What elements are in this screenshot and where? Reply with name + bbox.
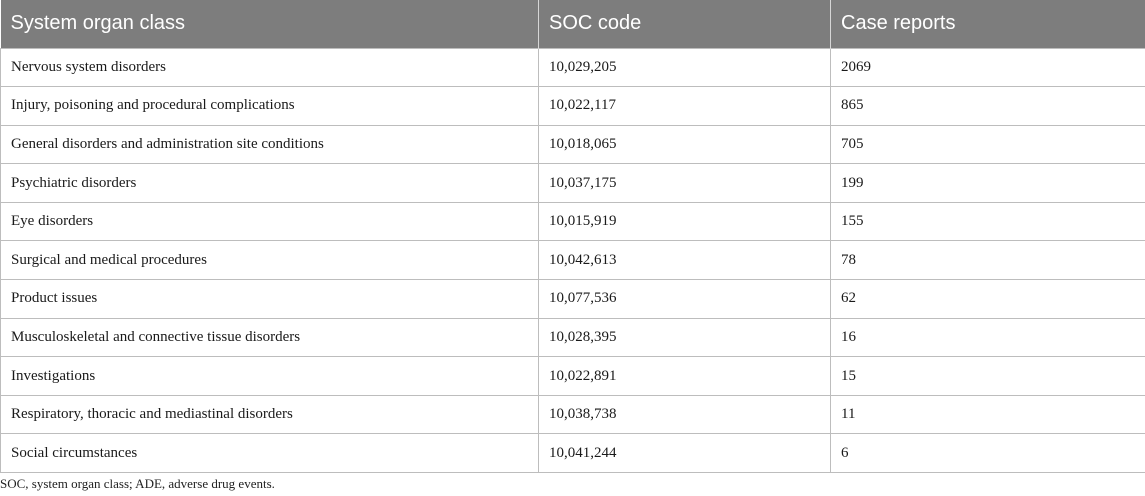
table-row: Surgical and medical procedures 10,042,6… <box>0 240 1145 281</box>
cell-case-reports: 6 <box>830 433 1145 474</box>
cell-soc-code: 10,038,738 <box>538 394 831 435</box>
cell-system-organ-class: Investigations <box>0 356 539 396</box>
cell-system-organ-class: General disorders and administration sit… <box>0 124 539 165</box>
table-row: Psychiatric disorders 10,037,175 199 <box>0 163 1145 203</box>
cell-system-organ-class: Respiratory, thoracic and mediastinal di… <box>0 394 539 435</box>
table-row: Product issues 10,077,536 62 <box>0 279 1145 319</box>
cell-soc-code: 10,018,065 <box>538 124 831 165</box>
cell-soc-code: 10,041,244 <box>538 433 831 474</box>
header-system-organ-class: System organ class <box>0 0 539 48</box>
cell-system-organ-class: Nervous system disorders <box>0 47 539 88</box>
cell-case-reports: 865 <box>830 86 1145 126</box>
table-row: Social circumstances 10,041,244 6 <box>0 433 1145 474</box>
cell-case-reports: 16 <box>830 317 1145 358</box>
cell-system-organ-class: Injury, poisoning and procedural complic… <box>0 86 539 126</box>
cell-case-reports: 62 <box>830 279 1145 319</box>
cell-case-reports: 199 <box>830 163 1145 203</box>
table-row: Nervous system disorders 10,029,205 2069 <box>0 47 1145 88</box>
cell-case-reports: 155 <box>830 201 1145 242</box>
cell-case-reports: 78 <box>830 240 1145 281</box>
table-row: General disorders and administration sit… <box>0 124 1145 165</box>
table-footnote: SOC, system organ class; ADE, adverse dr… <box>0 476 275 491</box>
cell-soc-code: 10,022,117 <box>538 86 831 126</box>
cell-soc-code: 10,029,205 <box>538 47 831 88</box>
table-row: Musculoskeletal and connective tissue di… <box>0 317 1145 358</box>
table-header: System organ class SOC code Case reports <box>0 0 1145 48</box>
cell-case-reports: 2069 <box>830 47 1145 88</box>
cell-system-organ-class: Psychiatric disorders <box>0 163 539 203</box>
cell-soc-code: 10,022,891 <box>538 356 831 396</box>
cell-system-organ-class: Social circumstances <box>0 433 539 474</box>
cell-system-organ-class: Eye disorders <box>0 201 539 242</box>
cell-system-organ-class: Surgical and medical procedures <box>0 240 539 281</box>
soc-table-container: System organ class SOC code Case reports… <box>0 0 1145 474</box>
cell-soc-code: 10,037,175 <box>538 163 831 203</box>
soc-case-reports-table: System organ class SOC code Case reports… <box>0 0 1145 474</box>
cell-soc-code: 10,077,536 <box>538 279 831 319</box>
header-case-reports: Case reports <box>830 0 1145 48</box>
table-row: Eye disorders 10,015,919 155 <box>0 201 1145 242</box>
table-row: Respiratory, thoracic and mediastinal di… <box>0 394 1145 435</box>
table-body: Nervous system disorders 10,029,205 2069… <box>0 47 1145 474</box>
cell-soc-code: 10,015,919 <box>538 201 831 242</box>
header-row: System organ class SOC code Case reports <box>0 0 1145 48</box>
table-row: Injury, poisoning and procedural complic… <box>0 86 1145 126</box>
cell-system-organ-class: Product issues <box>0 279 539 319</box>
cell-system-organ-class: Musculoskeletal and connective tissue di… <box>0 317 539 358</box>
cell-case-reports: 11 <box>830 394 1145 435</box>
cell-soc-code: 10,028,395 <box>538 317 831 358</box>
cell-soc-code: 10,042,613 <box>538 240 831 281</box>
table-row: Investigations 10,022,891 15 <box>0 356 1145 396</box>
cell-case-reports: 15 <box>830 356 1145 396</box>
cell-case-reports: 705 <box>830 124 1145 165</box>
header-soc-code: SOC code <box>538 0 831 48</box>
